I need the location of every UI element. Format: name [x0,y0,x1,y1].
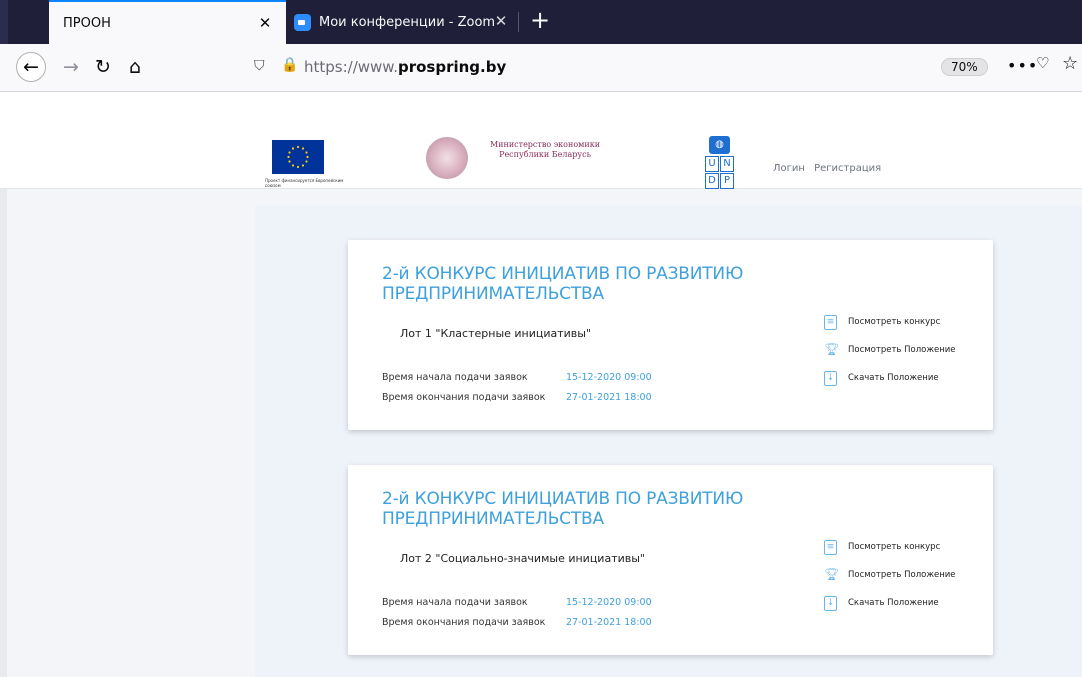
auth-links: Логин Регистрация [773,163,887,174]
start-time-row: Время начала подачи заявок 15-12-2020 09… [382,597,652,608]
nav-bar: ← → ↻ ⌂ ⛉ 🔒 https://www.prospring.by 70%… [0,44,1082,92]
contest-card: 2-й КОНКУРС ИНИЦИАТИВ ПО РАЗВИТИЮ ПРЕДПР… [348,240,993,430]
reload-button[interactable]: ↻ [88,52,118,82]
tab-title: Мои конференции - Zoom [319,14,496,30]
link-label: Посмотреть Положение [848,570,956,580]
zoom-icon [294,13,311,31]
card-links: ≡ Посмотреть конкурс 🏆︎ Посмотреть Полож… [824,533,984,617]
url-domain: prospring.by [397,58,507,76]
start-time-label: Время начала подачи заявок [382,372,528,383]
view-contest-link[interactable]: ≡ Посмотреть конкурс [824,308,984,336]
zoom-level-badge[interactable]: 70% [941,58,988,76]
contest-card: 2-й КОНКУРС ИНИЦИАТИВ ПО РАЗВИТИЮ ПРЕДПР… [348,465,993,655]
download-regulation-link[interactable]: ↓ Скачать Положение [824,364,984,392]
forward-button[interactable]: → [56,52,86,82]
undp-letter: U [705,156,719,172]
home-button[interactable]: ⌂ [120,52,150,82]
pocket-icon[interactable]: ♡ [1036,54,1052,72]
eu-stars-icon [287,145,309,169]
url-prefix: https://www. [304,58,398,76]
eu-caption: Проект финансируется Европейским союзом [265,178,344,188]
start-time-value: 15-12-2020 09:00 [566,597,652,608]
end-time-value: 27-01-2021 18:00 [566,617,652,628]
view-regulation-link[interactable]: 🏆︎ Посмотреть Положение [824,561,984,589]
tab-strip: ПРООН ✕ Мои конференции - Zoom ✕ + [0,0,1082,44]
end-time-label: Время окончания подачи заявок [382,617,546,628]
un-globe-icon: ◍ [709,136,730,154]
close-icon[interactable]: ✕ [256,14,274,32]
more-actions-icon[interactable]: ••• [1007,56,1038,75]
undp-letter: D [705,173,719,189]
ministry-name: Министерство экономики Республики Белару… [489,140,601,159]
lot-name: Лот 2 "Социально-значимые инициативы" [400,552,645,565]
register-link[interactable]: Регистрация [814,163,881,174]
trophy-icon: 🏆︎ [824,341,840,356]
home-icon: ⌂ [128,56,142,78]
link-label: Скачать Положение [848,373,939,383]
contest-title: 2-й КОНКУРС ИНИЦИАТИВ ПО РАЗВИТИЮ ПРЕДПР… [382,264,744,304]
end-time-row: Время окончания подачи заявок 27-01-2021… [382,392,652,403]
tab-title: ПРООН [63,15,111,31]
tab-prooh[interactable]: ПРООН ✕ [49,0,286,44]
end-time-row: Время окончания подачи заявок 27-01-2021… [382,617,652,628]
card-links: ≡ Посмотреть конкурс 🏆︎ Посмотреть Полож… [824,308,984,392]
lot-name: Лот 1 "Кластерные инициативы" [400,327,592,340]
contest-title: 2-й КОНКУРС ИНИЦИАТИВ ПО РАЗВИТИЮ ПРЕДПР… [382,489,744,529]
tab-separator [518,12,519,32]
lock-icon[interactable]: 🔒 [281,57,298,77]
link-label: Посмотреть конкурс [848,317,941,327]
link-label: Посмотреть конкурс [848,542,941,552]
start-time-row: Время начала подачи заявок 15-12-2020 09… [382,372,652,383]
end-time-label: Время окончания подачи заявок [382,392,546,403]
bookmark-star-icon[interactable]: ☆ [1062,53,1078,74]
start-time-label: Время начала подачи заявок [382,597,528,608]
document-icon: ≡ [824,539,837,555]
arrow-left-icon: ← [23,56,39,78]
download-regulation-link[interactable]: ↓ Скачать Положение [824,589,984,617]
url-bar[interactable]: ⛉ 🔒 https://www.prospring.by 70% [244,52,990,82]
end-time-value: 27-01-2021 18:00 [566,392,652,403]
start-time-value: 15-12-2020 09:00 [566,372,652,383]
download-icon: ↓ [824,370,837,386]
undp-letter: P [720,173,734,189]
view-regulation-link[interactable]: 🏆︎ Посмотреть Положение [824,336,984,364]
shield-icon[interactable]: ⛉ [254,58,270,76]
close-icon[interactable]: ✕ [492,12,510,30]
tab-zoom[interactable]: Мои конференции - Zoom ✕ [288,0,518,44]
trophy-icon: 🏆︎ [824,566,840,581]
link-label: Скачать Положение [848,598,939,608]
link-label: Посмотреть Положение [848,345,956,355]
belarus-emblem-logo [426,137,468,179]
new-tab-button[interactable]: + [527,7,553,33]
arrow-right-icon: → [63,56,79,78]
login-link[interactable]: Логин [773,163,805,174]
download-icon: ↓ [824,595,837,611]
undp-logo: ◍ U N D P [705,136,734,189]
reload-icon: ↻ [95,56,111,78]
url-text[interactable]: https://www.prospring.by [304,58,506,76]
tab-strip-edge [0,0,8,44]
view-contest-link[interactable]: ≡ Посмотреть конкурс [824,533,984,561]
undp-letter: N [720,156,734,172]
back-button[interactable]: ← [16,52,46,82]
document-icon: ≡ [824,314,837,330]
eu-flag-logo [272,140,324,174]
